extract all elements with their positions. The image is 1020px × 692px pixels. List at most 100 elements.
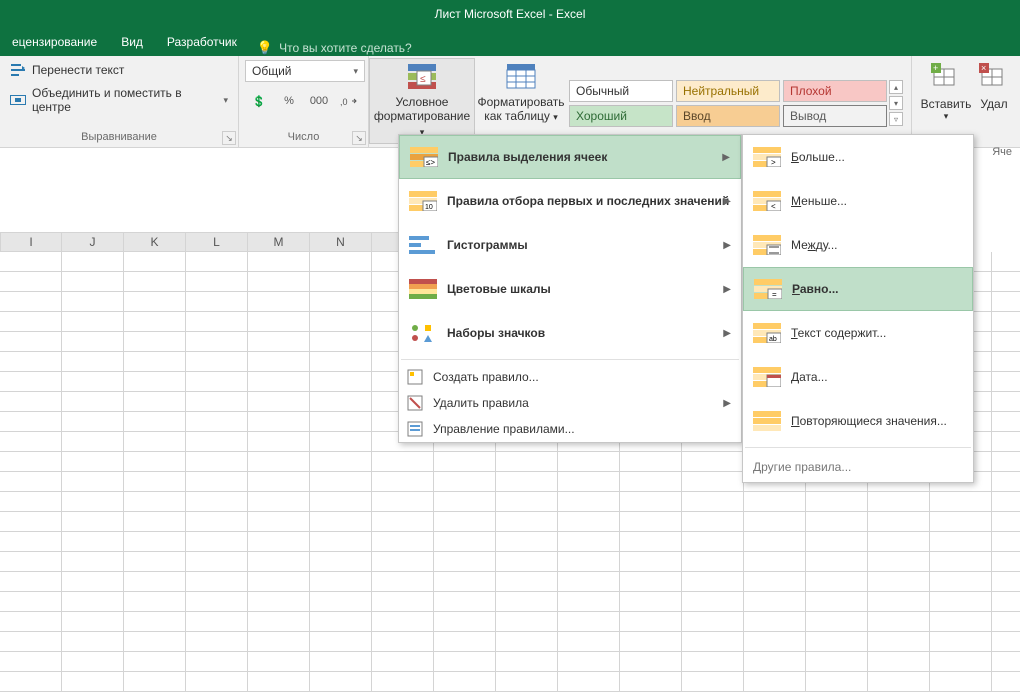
number-format-dropdown[interactable]: Общий ▾	[245, 60, 365, 82]
cell[interactable]	[124, 572, 186, 592]
cell[interactable]	[806, 652, 868, 672]
cell[interactable]	[124, 352, 186, 372]
cell[interactable]	[434, 572, 496, 592]
tab-view[interactable]: Вид	[109, 27, 155, 56]
comma-format-button[interactable]: 000	[305, 90, 333, 112]
cell[interactable]	[310, 632, 372, 652]
cell[interactable]	[868, 572, 930, 592]
cell[interactable]	[744, 512, 806, 532]
cell[interactable]	[124, 492, 186, 512]
cell[interactable]	[930, 552, 992, 572]
cell[interactable]	[0, 372, 62, 392]
cell[interactable]	[868, 512, 930, 532]
cell[interactable]	[62, 512, 124, 532]
cell[interactable]	[496, 532, 558, 552]
cell[interactable]	[124, 372, 186, 392]
cell[interactable]	[930, 532, 992, 552]
column-header[interactable]: K	[124, 232, 186, 252]
cell[interactable]	[992, 312, 1020, 332]
cell[interactable]	[992, 432, 1020, 452]
cell[interactable]	[248, 652, 310, 672]
menu-manage-rules[interactable]: Управление правилами...	[399, 416, 741, 442]
cell[interactable]	[62, 432, 124, 452]
cell[interactable]	[558, 452, 620, 472]
style-good[interactable]: Хороший	[569, 105, 673, 127]
cell[interactable]	[248, 532, 310, 552]
cell[interactable]	[868, 492, 930, 512]
cell[interactable]	[868, 672, 930, 692]
cell[interactable]	[744, 572, 806, 592]
cell[interactable]	[310, 472, 372, 492]
cell[interactable]	[0, 292, 62, 312]
cell[interactable]	[62, 412, 124, 432]
cell[interactable]	[992, 612, 1020, 632]
cell[interactable]	[0, 592, 62, 612]
cell[interactable]	[682, 512, 744, 532]
cell[interactable]	[124, 592, 186, 612]
cell[interactable]	[310, 392, 372, 412]
cell[interactable]	[186, 672, 248, 692]
cell[interactable]	[620, 672, 682, 692]
cell[interactable]	[248, 552, 310, 572]
cell[interactable]	[248, 312, 310, 332]
cell[interactable]	[248, 432, 310, 452]
cell[interactable]	[620, 572, 682, 592]
cell[interactable]	[434, 652, 496, 672]
cell[interactable]	[372, 512, 434, 532]
cell[interactable]	[0, 352, 62, 372]
cell[interactable]	[124, 532, 186, 552]
cell[interactable]	[682, 572, 744, 592]
menu-new-rule[interactable]: Создать правило...	[399, 364, 741, 390]
cell[interactable]	[744, 532, 806, 552]
cell[interactable]	[992, 292, 1020, 312]
cell[interactable]	[372, 492, 434, 512]
column-header[interactable]: L	[186, 232, 248, 252]
cell[interactable]	[248, 272, 310, 292]
cell[interactable]	[496, 612, 558, 632]
cell[interactable]	[682, 532, 744, 552]
cell[interactable]	[682, 472, 744, 492]
cell[interactable]	[372, 612, 434, 632]
cell[interactable]	[992, 452, 1020, 472]
cell[interactable]	[186, 552, 248, 572]
cell[interactable]	[0, 312, 62, 332]
menu-data-bars[interactable]: Гистограммы ▶	[399, 223, 741, 267]
cell[interactable]	[496, 672, 558, 692]
cell[interactable]	[434, 452, 496, 472]
cell[interactable]	[372, 452, 434, 472]
cell[interactable]	[930, 652, 992, 672]
cell[interactable]	[62, 532, 124, 552]
cell[interactable]	[310, 532, 372, 552]
cell[interactable]	[992, 512, 1020, 532]
tell-me-search[interactable]: 💡 Что вы хотите сделать?	[257, 40, 412, 56]
style-output[interactable]: Вывод	[783, 105, 887, 127]
cell[interactable]	[558, 632, 620, 652]
cell[interactable]	[930, 592, 992, 612]
menu-highlight-cells-rules[interactable]: ≤> Правила выделения ячеек ▶	[399, 135, 741, 179]
cell[interactable]	[310, 312, 372, 332]
cell[interactable]	[124, 612, 186, 632]
cell[interactable]	[682, 592, 744, 612]
submenu-date-occurring[interactable]: Дата...	[743, 355, 973, 399]
cell[interactable]	[496, 552, 558, 572]
cell[interactable]	[248, 352, 310, 372]
cell[interactable]	[496, 632, 558, 652]
cell[interactable]	[248, 632, 310, 652]
cell[interactable]	[744, 592, 806, 612]
cell[interactable]	[558, 532, 620, 552]
cell[interactable]	[0, 672, 62, 692]
cell[interactable]	[62, 632, 124, 652]
cell[interactable]	[682, 612, 744, 632]
menu-color-scales[interactable]: Цветовые шкалы ▶	[399, 267, 741, 311]
percent-format-button[interactable]: %	[275, 90, 303, 112]
cell[interactable]	[186, 312, 248, 332]
cell[interactable]	[992, 552, 1020, 572]
cell[interactable]	[310, 592, 372, 612]
cell[interactable]	[124, 312, 186, 332]
cell[interactable]	[124, 472, 186, 492]
cell[interactable]	[434, 512, 496, 532]
column-header[interactable]: I	[0, 232, 62, 252]
cell[interactable]	[186, 272, 248, 292]
cell[interactable]	[248, 672, 310, 692]
cell[interactable]	[744, 652, 806, 672]
